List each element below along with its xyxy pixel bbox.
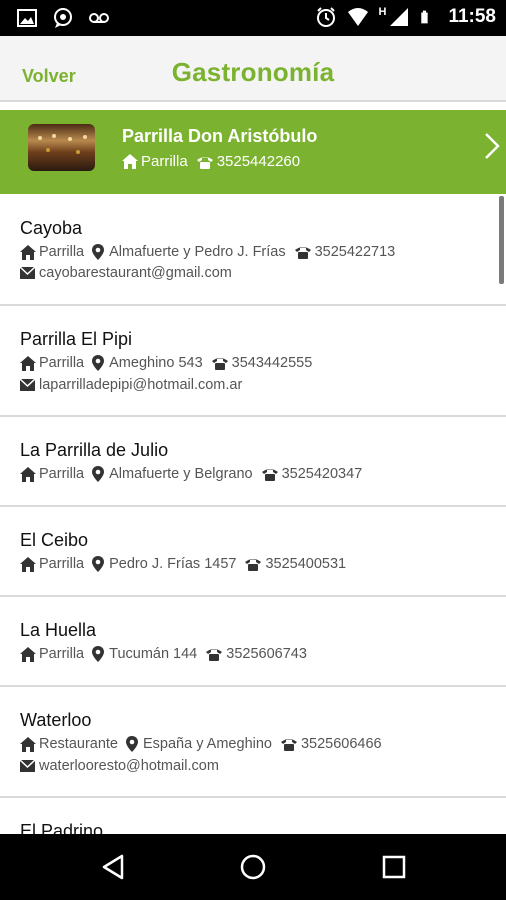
item-meta: Restaurante España y Ameghino 3525606466 (20, 736, 382, 752)
item-category: Parrilla (39, 646, 85, 662)
item-email-row: cayobarestaurant@gmail.com (20, 265, 232, 281)
home-icon[interactable] (237, 851, 269, 883)
home-category-icon (20, 466, 36, 482)
home-category-icon (20, 646, 36, 662)
chevron-right-icon[interactable] (484, 132, 500, 160)
item-address: Pedro J. Frías 1457 (109, 556, 237, 572)
item-meta: Parrilla Almafuerte y Belgrano 352542034… (20, 466, 362, 482)
email-icon (20, 379, 35, 391)
item-category: Parrilla (39, 466, 85, 482)
featured-category: Parrilla (141, 153, 188, 170)
item-category: Parrilla (39, 244, 85, 260)
item-email-row: waterlooresto@hotmail.com (20, 758, 219, 774)
home-category-icon (20, 736, 36, 752)
image-icon (17, 9, 37, 27)
item-name: La Huella (20, 620, 97, 640)
clock: 11:58 (448, 6, 496, 27)
item-address: Almafuerte y Belgrano (109, 466, 253, 482)
featured-phone[interactable]: 3525442260 (217, 153, 300, 170)
list-item[interactable]: Cayoba Parrilla Almafuerte y Pedro J. Fr… (0, 194, 506, 306)
item-phone[interactable]: 3525420347 (282, 466, 363, 482)
list-item[interactable]: La Huella Parrilla Tucumán 144 352560674… (0, 597, 506, 687)
item-phone[interactable]: 3525422713 (315, 244, 396, 260)
phone-icon (196, 156, 213, 169)
restaurant-photo (28, 124, 95, 171)
recents-icon[interactable] (378, 851, 410, 883)
item-category: Parrilla (39, 556, 85, 572)
item-email[interactable]: laparrilladepipi@hotmail.com.ar (39, 377, 242, 393)
item-meta: Parrilla Pedro J. Frías 1457 3525400531 (20, 556, 346, 572)
phone-icon (245, 559, 262, 571)
item-address: Almafuerte y Pedro J. Frías (109, 244, 286, 260)
item-meta: Parrilla Almafuerte y Pedro J. Frías 352… (20, 244, 395, 260)
phone-icon (294, 247, 311, 259)
item-name: Waterloo (20, 710, 92, 730)
item-phone[interactable]: 3525400531 (265, 556, 346, 572)
home-category-icon (20, 244, 36, 260)
item-phone[interactable]: 3525606743 (226, 646, 307, 662)
status-bar: H 11:58 (0, 0, 506, 36)
item-phone[interactable]: 3525606466 (301, 736, 382, 752)
email-icon (20, 760, 35, 772)
back-icon[interactable] (98, 851, 130, 883)
item-meta: Parrilla Tucumán 144 3525606743 (20, 646, 307, 662)
list-item[interactable]: La Parrilla de Julio Parrilla Almafuerte… (0, 417, 506, 507)
phone-icon (206, 649, 223, 661)
scrollbar[interactable] (499, 196, 504, 284)
list-item[interactable]: El Padrino (0, 798, 506, 834)
list-item[interactable]: El Ceibo Parrilla Pedro J. Frías 1457 35… (0, 507, 506, 597)
featured-name: Parrilla Don Aristóbulo (122, 126, 318, 146)
item-category: Restaurante (39, 736, 118, 752)
location-pin-icon (92, 466, 105, 482)
item-email[interactable]: cayobarestaurant@gmail.com (39, 265, 232, 281)
battery-icon (421, 10, 429, 24)
page-title: Gastronomía (171, 57, 335, 87)
chat-icon (54, 8, 72, 28)
item-address: Ameghino 543 (109, 355, 203, 371)
item-category: Parrilla (39, 355, 85, 371)
restaurant-list[interactable]: Cayoba Parrilla Almafuerte y Pedro J. Fr… (0, 194, 506, 834)
item-name: Parrilla El Pipi (20, 329, 133, 349)
item-email-row: laparrilladepipi@hotmail.com.ar (20, 377, 242, 393)
item-name: El Ceibo (20, 530, 89, 550)
location-pin-icon (126, 736, 138, 752)
featured-restaurant[interactable]: Parrilla Don Aristóbulo Parrilla 3525442… (0, 110, 506, 194)
network-type: H (378, 6, 387, 18)
app-header: Volver Gastronomía (0, 36, 506, 102)
list-item[interactable]: Waterloo Restaurante España y Ameghino 3… (0, 687, 506, 798)
item-address: Tucumán 144 (109, 646, 198, 662)
item-name: Cayoba (20, 218, 83, 238)
item-name: El Padrino (20, 821, 104, 834)
email-icon (20, 267, 35, 279)
location-pin-icon (92, 355, 105, 371)
phone-icon (280, 739, 297, 751)
phone-icon (261, 469, 278, 481)
home-category-icon (122, 154, 138, 169)
signal-icon (390, 8, 409, 26)
item-address: España y Ameghino (143, 736, 272, 752)
item-name: La Parrilla de Julio (20, 440, 169, 460)
alarm-icon (316, 7, 335, 27)
item-meta: Parrilla Ameghino 543 3543442555 (20, 355, 312, 371)
location-pin-icon (92, 646, 105, 662)
item-email[interactable]: waterlooresto@hotmail.com (39, 758, 219, 774)
home-category-icon (20, 355, 36, 371)
voicemail-icon (89, 13, 109, 23)
wifi-icon (347, 8, 368, 26)
list-item[interactable]: Parrilla El Pipi Parrilla Ameghino 543 3… (0, 306, 506, 417)
item-phone[interactable]: 3543442555 (232, 355, 313, 371)
home-category-icon (20, 556, 36, 572)
featured-meta: Parrilla 3525442260 (122, 153, 300, 170)
system-nav-bar (0, 834, 506, 900)
phone-icon (211, 358, 228, 370)
location-pin-icon (92, 556, 105, 572)
location-pin-icon (92, 244, 105, 260)
